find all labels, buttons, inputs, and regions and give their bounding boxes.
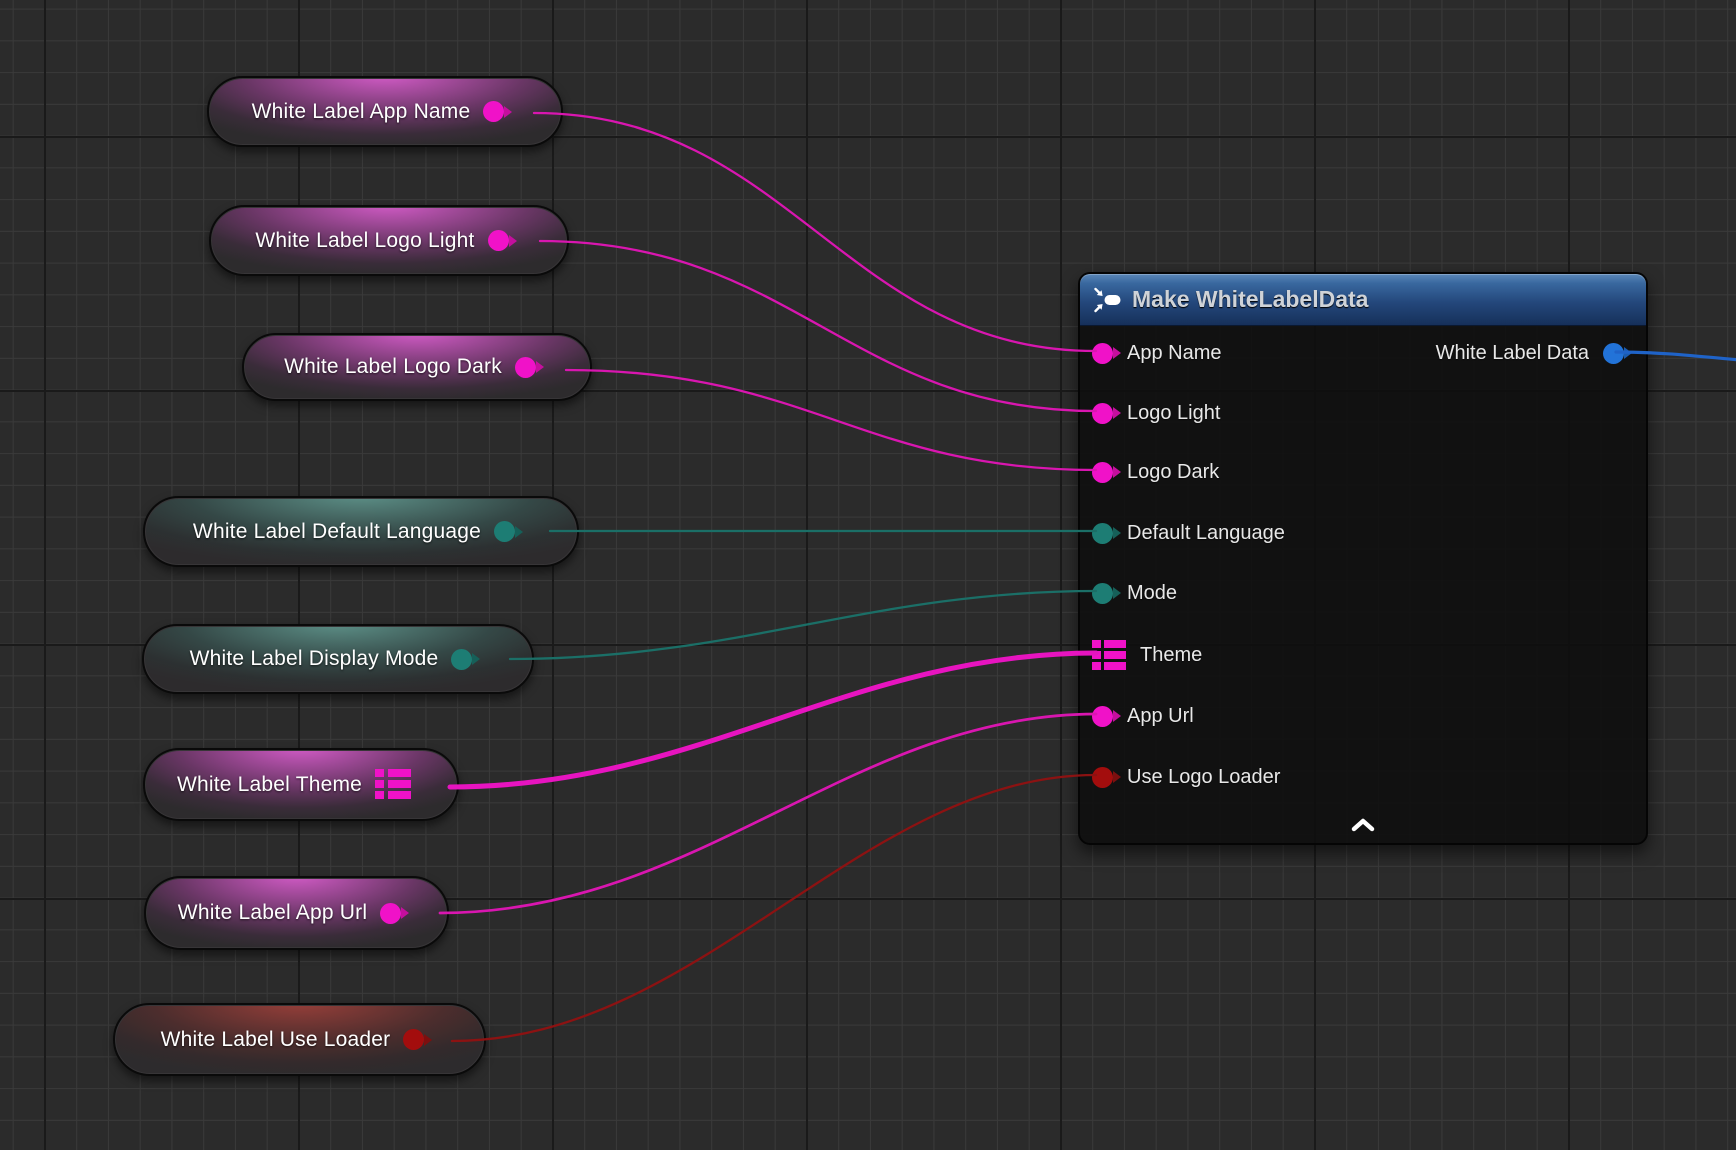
var-node-white-label-logo-dark[interactable]: White Label Logo Dark (242, 333, 592, 401)
wire-app-name[interactable] (534, 113, 1096, 351)
node-header[interactable]: Make WhiteLabelData (1080, 274, 1646, 326)
pin-label: White Label Data (1436, 342, 1589, 365)
wire-logo-light[interactable] (540, 241, 1096, 411)
var-node-label: White Label Display Mode (190, 647, 439, 671)
var-node-white-label-use-loader[interactable]: White Label Use Loader (113, 1003, 486, 1076)
wire-logo-dark[interactable] (566, 370, 1096, 470)
wire-use-loader[interactable] (452, 775, 1096, 1041)
pin-label: App Url (1127, 705, 1194, 728)
pin-label: Logo Light (1127, 402, 1220, 425)
string-pin[interactable] (515, 357, 536, 378)
var-node-label: White Label App Name (252, 100, 471, 124)
var-node-label: White Label Theme (177, 773, 362, 797)
string-pin[interactable] (1092, 403, 1113, 424)
enum-pin[interactable] (494, 521, 515, 542)
var-node-white-label-logo-light[interactable]: White Label Logo Light (209, 205, 569, 276)
collapse-node-button[interactable] (1347, 814, 1379, 836)
node-title: Make WhiteLabelData (1132, 286, 1368, 313)
string-pin[interactable] (488, 230, 509, 251)
pin-label: Default Language (1127, 522, 1285, 545)
pin-row-default-language: Default Language (1092, 517, 1285, 549)
wire-display-mode[interactable] (510, 591, 1096, 659)
var-node-white-label-app-name[interactable]: White Label App Name (207, 76, 563, 147)
pin-row-use-logo-loader: Use Logo Loader (1092, 761, 1280, 793)
var-node-white-label-theme[interactable]: White Label Theme (143, 748, 459, 821)
pin-row-theme: Theme (1092, 639, 1202, 671)
string-pin[interactable] (483, 101, 504, 122)
pin-row-logo-light: Logo Light (1092, 397, 1220, 429)
pin-label: Logo Dark (1127, 461, 1219, 484)
string-pin[interactable] (1092, 462, 1113, 483)
make-struct-icon (1094, 287, 1122, 313)
pin-row-white-label-data: White Label Data (1436, 337, 1624, 369)
pin-label: Theme (1140, 644, 1202, 667)
chevron-up-icon (1350, 817, 1376, 833)
var-node-white-label-app-url[interactable]: White Label App Url (144, 876, 449, 950)
var-node-white-label-default-language[interactable]: White Label Default Language (143, 496, 579, 567)
bool-pin[interactable] (403, 1029, 424, 1050)
pin-label: App Name (1127, 342, 1222, 365)
string-pin[interactable] (1092, 706, 1113, 727)
enum-pin[interactable] (1092, 583, 1113, 604)
struct-pin-icon[interactable] (1092, 640, 1126, 670)
struct-pin-icon[interactable] (375, 769, 411, 800)
var-node-white-label-display-mode[interactable]: White Label Display Mode (142, 624, 534, 694)
enum-pin[interactable] (1092, 523, 1113, 544)
var-node-label: White Label Default Language (193, 520, 481, 544)
wire-app-url[interactable] (440, 714, 1096, 913)
pin-label: Mode (1127, 582, 1177, 605)
pin-row-app-name: App Name (1092, 337, 1222, 369)
make-whitelabeldata-node[interactable]: Make WhiteLabelData App Name Logo Light … (1078, 272, 1648, 845)
struct-output-pin[interactable] (1603, 343, 1624, 364)
var-node-label: White Label Logo Light (255, 229, 474, 253)
var-node-label: White Label Logo Dark (284, 355, 502, 379)
bool-pin[interactable] (1092, 767, 1113, 788)
pin-row-mode: Mode (1092, 577, 1177, 609)
pin-label: Use Logo Loader (1127, 766, 1280, 789)
pin-row-app-url: App Url (1092, 700, 1194, 732)
blueprint-graph-canvas[interactable]: White Label App Name White Label Logo Li… (0, 0, 1736, 1150)
enum-pin[interactable] (451, 649, 472, 670)
string-pin[interactable] (380, 903, 401, 924)
var-node-label: White Label Use Loader (161, 1028, 391, 1052)
string-pin[interactable] (1092, 343, 1113, 364)
pin-row-logo-dark: Logo Dark (1092, 456, 1219, 488)
var-node-label: White Label App Url (178, 901, 367, 925)
wire-theme[interactable] (450, 653, 1096, 787)
